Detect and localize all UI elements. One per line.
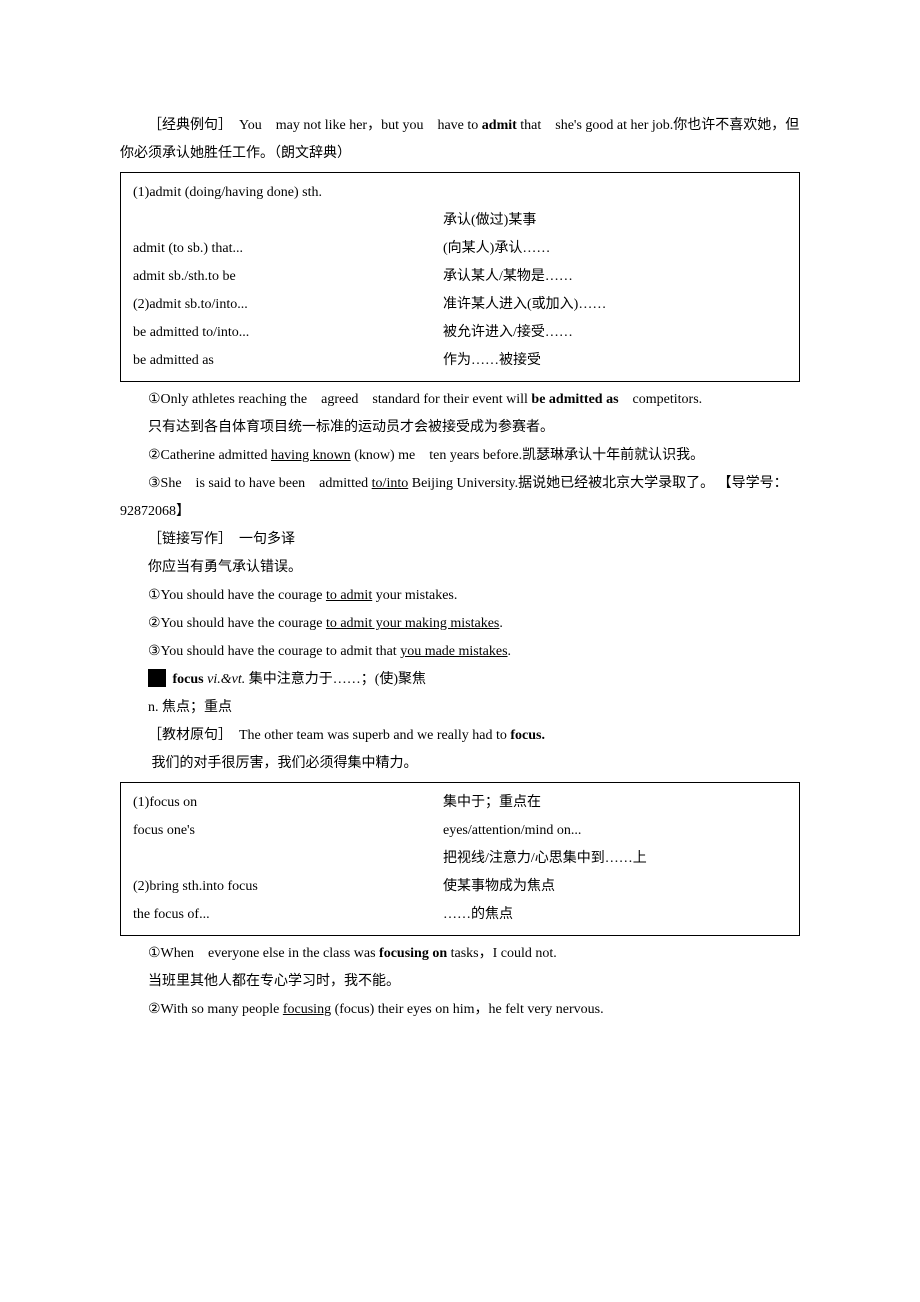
headword: focus bbox=[173, 672, 204, 687]
number-badge: 3 bbox=[148, 669, 166, 687]
usage-box-admit: (1)admit (doing/having done) sth. 承认(做过)… bbox=[120, 172, 800, 382]
cell-left: be admitted as bbox=[133, 347, 443, 375]
cell-left: (1)focus on bbox=[133, 789, 443, 817]
cell-right bbox=[443, 179, 787, 207]
cell-right: (向某人)承认…… bbox=[443, 235, 787, 263]
zh: 凯瑟琳承认十年前就认识我。 bbox=[522, 448, 704, 463]
cell-right: 作为……被接受 bbox=[443, 347, 787, 375]
link-writing-header: ［链接写作］ 一句多译 bbox=[120, 526, 800, 554]
underline: to/into bbox=[372, 476, 409, 491]
bold: focus. bbox=[510, 728, 545, 743]
cell-right: 被允许进入/接受…… bbox=[443, 319, 787, 347]
table-row: (1)focus on 集中于；重点在 bbox=[133, 789, 787, 817]
text: (know) me ten years before. bbox=[351, 448, 522, 463]
example-3: ③She is said to have been admitted to/in… bbox=[120, 470, 800, 526]
underline: having known bbox=[271, 448, 351, 463]
table-row: 把视线/注意力/心思集中到……上 bbox=[133, 845, 787, 873]
usage-box-focus: (1)focus on 集中于；重点在 focus one's eyes/att… bbox=[120, 782, 800, 936]
cell-left: focus one's bbox=[133, 817, 443, 845]
underline: to admit your making mistakes bbox=[326, 616, 499, 631]
entry-focus-header: 3 focus vi.&vt. 集中注意力于……；(使)聚焦 bbox=[120, 666, 800, 694]
text: competitors. bbox=[619, 392, 703, 407]
focus-example-2: ②With so many people focusing (focus) th… bbox=[120, 996, 800, 1024]
cell-right: 集中于；重点在 bbox=[443, 789, 787, 817]
table-row: admit sb./sth.to be 承认某人/某物是…… bbox=[133, 263, 787, 291]
example-2: ②Catherine admitted having known (know) … bbox=[120, 442, 800, 470]
bold-admit: admit bbox=[482, 118, 517, 133]
text: ②You should have the courage bbox=[148, 616, 326, 631]
entry-focus-def2: n. 焦点；重点 bbox=[120, 694, 800, 722]
underline: focusing bbox=[283, 1002, 331, 1017]
cell-left: admit sb./sth.to be bbox=[133, 263, 443, 291]
zh: 我们的对手很厉害，我们必须得集中精力。 bbox=[152, 756, 418, 771]
en-pre: The other team was superb and we really … bbox=[239, 728, 510, 743]
cell-left: admit (to sb.) that... bbox=[133, 235, 443, 263]
cell-right: 承认(做过)某事 bbox=[443, 207, 787, 235]
link-sentence-1: ①You should have the courage to admit yo… bbox=[120, 582, 800, 610]
table-row: be admitted as 作为……被接受 bbox=[133, 347, 787, 375]
underline: to admit bbox=[326, 588, 372, 603]
example-1: ①Only athletes reaching the agreed stand… bbox=[120, 386, 800, 414]
focus-example-1: ①When everyone else in the class was foc… bbox=[120, 940, 800, 968]
focus-example-1-zh: 当班里其他人都在专心学习时，我不能。 bbox=[120, 968, 800, 996]
table-row: focus one's eyes/attention/mind on... bbox=[133, 817, 787, 845]
classic-example: ［经典例句］ You may not like her，but you have… bbox=[120, 112, 800, 168]
label: ［链接写作］ bbox=[148, 532, 232, 547]
cell-left: (2)bring sth.into focus bbox=[133, 873, 443, 901]
cell-left: the focus of... bbox=[133, 901, 443, 929]
en-post: that she's good at her job. bbox=[517, 118, 674, 133]
label: ［教材原句］ bbox=[148, 728, 232, 743]
link-sentence-3: ③You should have the courage to admit th… bbox=[120, 638, 800, 666]
table-row: (1)admit (doing/having done) sth. bbox=[133, 179, 787, 207]
text: your mistakes. bbox=[372, 588, 457, 603]
bold: be admitted as bbox=[531, 392, 618, 407]
source-sentence-zh: 我们的对手很厉害，我们必须得集中精力。 bbox=[120, 750, 800, 778]
table-row: the focus of... ……的焦点 bbox=[133, 901, 787, 929]
text: . bbox=[508, 644, 512, 659]
table-row: 承认(做过)某事 bbox=[133, 207, 787, 235]
text: ①Only athletes reaching the agreed stand… bbox=[148, 392, 531, 407]
cell-right: ……的焦点 bbox=[443, 901, 787, 929]
cell-right: eyes/attention/mind on... bbox=[443, 817, 787, 845]
cell-left: (2)admit sb.to/into... bbox=[133, 291, 443, 319]
table-row: admit (to sb.) that... (向某人)承认…… bbox=[133, 235, 787, 263]
link-sentence-2: ②You should have the courage to admit yo… bbox=[120, 610, 800, 638]
text: ③You should have the courage to admit th… bbox=[148, 644, 400, 659]
text: ②Catherine admitted bbox=[148, 448, 271, 463]
text: Beijing University. bbox=[408, 476, 518, 491]
en-pre: You may not like her，but you have to bbox=[239, 118, 482, 133]
link-writing-prompt: 你应当有勇气承认错误。 bbox=[120, 554, 800, 582]
table-row: (2)admit sb.to/into... 准许某人进入(或加入)…… bbox=[133, 291, 787, 319]
cell-right: 承认某人/某物是…… bbox=[443, 263, 787, 291]
title: 一句多译 bbox=[239, 532, 295, 547]
zh: 据说她已经被北京大学录取了。 bbox=[518, 476, 714, 491]
table-row: (2)bring sth.into focus 使某事物成为焦点 bbox=[133, 873, 787, 901]
source-sentence: ［教材原句］ The other team was superb and we … bbox=[120, 722, 800, 750]
cell-right: 使某事物成为焦点 bbox=[443, 873, 787, 901]
label: ［经典例句］ bbox=[148, 118, 232, 133]
cell-left bbox=[133, 845, 443, 873]
text: ①You should have the courage bbox=[148, 588, 326, 603]
text: tasks，I could not. bbox=[447, 946, 557, 961]
cell-right: 把视线/注意力/心思集中到……上 bbox=[443, 845, 787, 873]
def: 集中注意力于……；(使)聚焦 bbox=[249, 672, 426, 687]
cell-left bbox=[133, 207, 443, 235]
pos: vi.&vt. bbox=[207, 672, 245, 687]
text: ②With so many people bbox=[148, 1002, 283, 1017]
bold: focusing on bbox=[379, 946, 447, 961]
text: . bbox=[499, 616, 503, 631]
example-1-zh: 只有达到各自体育项目统一标准的运动员才会被接受成为参赛者。 bbox=[120, 414, 800, 442]
text: ①When everyone else in the class was bbox=[148, 946, 379, 961]
underline: you made mistakes bbox=[400, 644, 507, 659]
cell-left: be admitted to/into... bbox=[133, 319, 443, 347]
text: ③She is said to have been admitted bbox=[148, 476, 372, 491]
cell-right: 准许某人进入(或加入)…… bbox=[443, 291, 787, 319]
table-row: be admitted to/into... 被允许进入/接受…… bbox=[133, 319, 787, 347]
cell-left: (1)admit (doing/having done) sth. bbox=[133, 179, 443, 207]
text: (focus) their eyes on him，he felt very n… bbox=[331, 1002, 604, 1017]
